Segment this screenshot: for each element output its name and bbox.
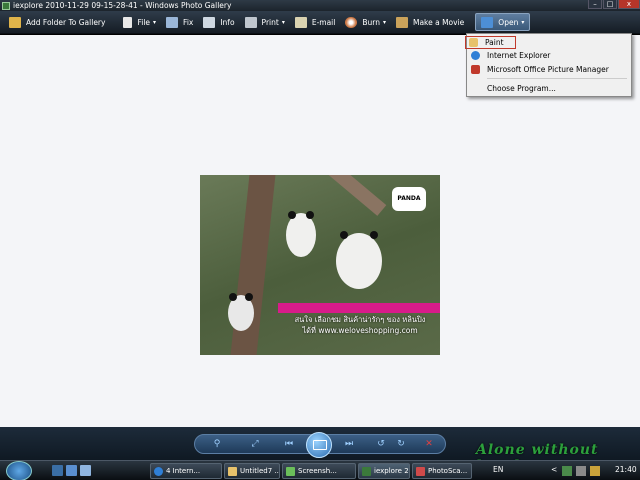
file-label: File (137, 17, 151, 27)
file-icon (123, 16, 133, 28)
clock[interactable]: 21:40 (615, 465, 637, 474)
slideshow-button[interactable] (306, 432, 332, 458)
taskbar-item-label: PhotoSca... (428, 467, 468, 475)
close-button[interactable]: x (618, 0, 640, 9)
volume-icon[interactable] (576, 466, 586, 476)
fix-button[interactable]: Fix (161, 13, 198, 31)
panda-figure (286, 211, 316, 257)
taskbar-item-label: Screensh... (298, 467, 337, 475)
menu-item-label: Microsoft Office Picture Manager (487, 65, 609, 74)
language-indicator[interactable]: EN (493, 465, 503, 474)
network-icon[interactable] (562, 466, 572, 476)
chevron-down-icon: ▾ (281, 18, 285, 26)
switch-windows-icon[interactable] (66, 465, 77, 476)
menu-item-paint[interactable]: Paint (465, 36, 516, 49)
add-folder-icon (9, 16, 21, 28)
window-controls: – □ x (587, 0, 640, 11)
rotate-cw-button[interactable]: ↻ (395, 439, 407, 450)
file-menu-button[interactable]: File ▾ (118, 13, 161, 31)
menu-item-picture-manager[interactable]: Microsoft Office Picture Manager (467, 63, 631, 76)
burn-label: Burn (362, 17, 380, 27)
photo-gallery-icon (362, 467, 371, 476)
fix-label: Fix (183, 17, 194, 27)
info-label: Info (220, 17, 235, 27)
window-title: iexplore 2010-11-29 09-15-28-41 - Window… (13, 1, 232, 10)
taskbar-item-paint[interactable]: Untitled7 ... (224, 463, 280, 479)
menu-item-label: Internet Explorer (487, 51, 551, 60)
burn-menu-button[interactable]: Burn ▾ (340, 13, 391, 31)
taskbar-item-screenshot[interactable]: Screensh... (282, 463, 356, 479)
paint-icon (228, 467, 237, 476)
command-toolbar: Add Folder To Gallery File ▾ Fix Info Pr… (0, 11, 640, 34)
panda-channel-logo: PANDA (392, 187, 426, 211)
maximize-button[interactable]: □ (603, 0, 617, 9)
taskbar-item-internet-explorer[interactable]: 4 Intern... (150, 463, 222, 479)
email-icon (294, 16, 307, 28)
taskbar-item-label: iexplore 2... (374, 467, 409, 475)
next-button[interactable]: ⏭ (343, 439, 355, 450)
photo-gallery-icon (2, 1, 10, 10)
menu-item-label: Paint (485, 38, 504, 47)
caption-banner (278, 303, 440, 313)
screenshot-icon (286, 467, 295, 476)
title-bar: iexplore 2010-11-29 09-15-28-41 - Window… (0, 0, 640, 11)
rotate-ccw-button[interactable]: ↺ (375, 439, 387, 450)
taskbar-item-label: Untitled7 ... (240, 467, 280, 475)
chevron-down-icon: ▾ (382, 18, 386, 26)
open-dropdown-menu: Paint Internet Explorer Microsoft Office… (465, 33, 632, 97)
menu-separator (487, 78, 627, 79)
menu-item-internet-explorer[interactable]: Internet Explorer (467, 49, 631, 62)
previous-button[interactable]: ⏮ (283, 439, 295, 450)
fix-icon (166, 16, 179, 28)
taskbar: 4 Intern... Untitled7 ... Screensh... ie… (0, 460, 640, 480)
email-label: E-mail (311, 17, 336, 27)
burn-disc-icon (345, 16, 358, 28)
open-menu-button[interactable]: Open ▾ (475, 13, 531, 31)
internet-explorer-icon (154, 467, 163, 476)
chevron-down-icon: ▾ (153, 18, 157, 26)
printer-icon (244, 16, 257, 28)
taskbar-item-label: 4 Intern... (166, 467, 201, 475)
quick-launch-icon[interactable] (80, 465, 91, 476)
minimize-button[interactable]: – (588, 0, 602, 9)
menu-item-choose-program[interactable]: Choose Program... (467, 82, 631, 95)
caption-line-1: สนใจ เลือกชม สินค้าน่ารักๆ ของ หลินปิง (294, 315, 426, 324)
menu-item-label: Choose Program... (487, 84, 556, 93)
actual-size-button[interactable]: ⤢ (249, 439, 261, 450)
make-movie-button[interactable]: Make a Movie (391, 13, 469, 31)
tray-expand-button[interactable]: < (551, 465, 557, 474)
log-shape (323, 175, 387, 216)
slideshow-icon (313, 440, 327, 450)
info-button[interactable]: Info (198, 13, 239, 31)
print-menu-button[interactable]: Print ▾ (240, 13, 290, 31)
photo-caption: สนใจ เลือกชม สินค้าน่ารักๆ ของ หลินปิง ไ… (280, 314, 440, 336)
playback-control-bar: ⚲ ⤢ ⏮ ⏭ ↺ ↻ ✕ (194, 432, 446, 458)
open-icon (481, 16, 494, 28)
panda-figure (336, 231, 382, 289)
print-label: Print (261, 17, 279, 27)
add-folder-button[interactable]: Add Folder To Gallery (4, 13, 110, 31)
panda-cartoon-figure (228, 293, 254, 331)
show-desktop-icon[interactable] (52, 465, 63, 476)
internet-explorer-icon (471, 51, 480, 60)
photoscape-icon (416, 467, 425, 476)
caption-line-2: ได้ที่ www.weloveshopping.com (302, 326, 418, 335)
taskbar-item-photo-gallery[interactable]: iexplore 2... (358, 463, 410, 479)
start-button[interactable] (6, 461, 32, 480)
zoom-button[interactable]: ⚲ (211, 439, 223, 450)
open-label: Open (498, 17, 519, 27)
paint-icon (469, 38, 478, 47)
email-button[interactable]: E-mail (290, 13, 341, 31)
tray-app-icon[interactable] (590, 466, 600, 476)
photo-image: PANDA สนใจ เลือกชม สินค้าน่ารักๆ ของ หลิ… (200, 175, 440, 355)
delete-button[interactable]: ✕ (423, 439, 435, 450)
picture-manager-icon (471, 65, 480, 74)
make-movie-label: Make a Movie (412, 17, 465, 27)
info-icon (203, 16, 216, 28)
add-folder-label: Add Folder To Gallery (26, 17, 106, 27)
taskbar-item-photoscape[interactable]: PhotoSca... (412, 463, 472, 479)
movie-icon (395, 16, 408, 28)
chevron-down-icon: ▾ (521, 18, 525, 26)
